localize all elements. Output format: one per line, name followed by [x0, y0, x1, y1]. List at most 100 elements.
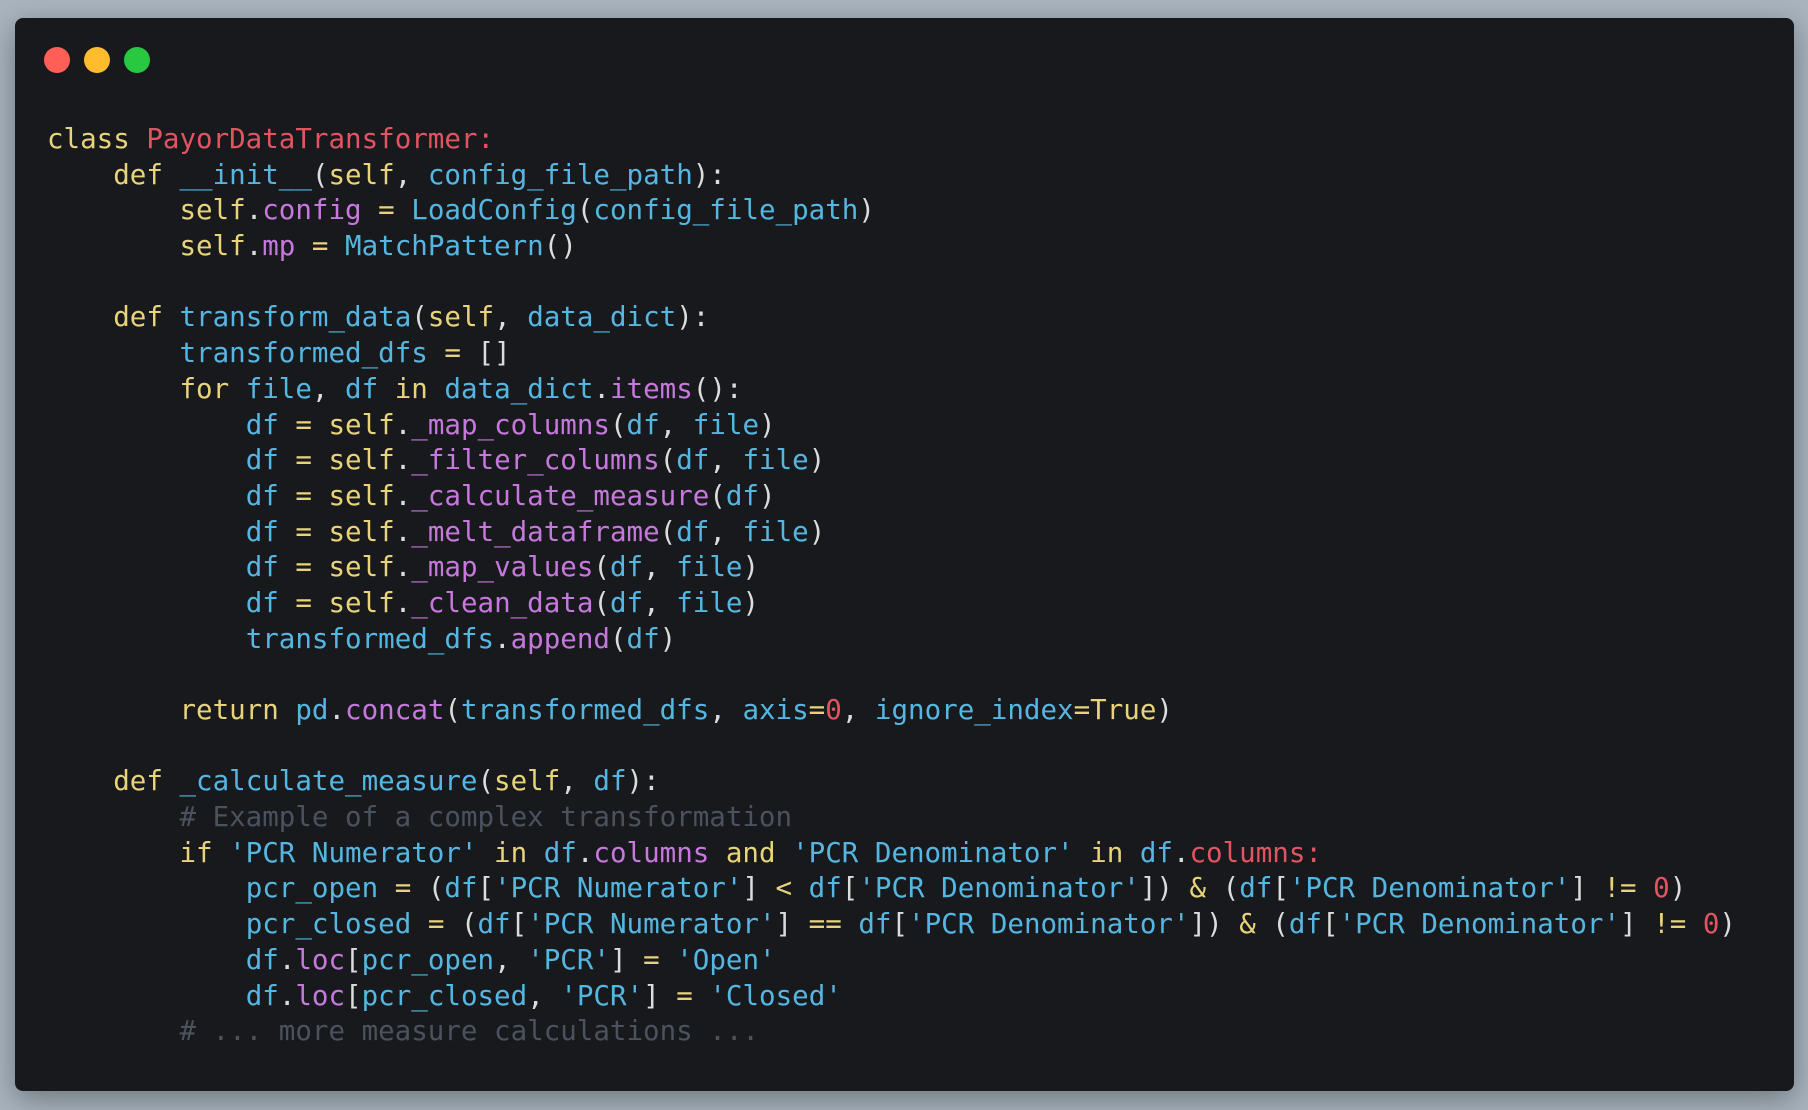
code-token-punctuation: [693, 980, 710, 1012]
code-token-punctuation: ): [858, 194, 875, 227]
code-token-punctuation: ): [759, 408, 776, 441]
code-token-identifier: file: [676, 586, 743, 619]
code-token-keyword: def: [113, 158, 180, 191]
code-token-operator: <: [775, 872, 793, 905]
code-token-punctuation: (: [444, 694, 461, 726]
code-token-function: _calculate_measure: [179, 765, 478, 798]
code-token-operator: =: [278, 551, 329, 584]
code-token-operator: =: [278, 586, 329, 619]
code-token-punctuation: .: [1172, 836, 1190, 869]
code-token-operator: &: [1189, 872, 1207, 905]
code-token-keyword: self: [427, 301, 495, 334]
code-token-attribute: items: [609, 372, 693, 405]
code-token-number: 0: [1702, 908, 1720, 941]
code-token-punctuation: ]: [609, 943, 644, 976]
code-token-string: 'PCR Denominator': [908, 908, 1190, 941]
code-token-number: 0: [1653, 872, 1670, 905]
minimize-button[interactable]: [84, 47, 110, 73]
code-token-identifier: df: [245, 479, 279, 512]
code-token-punctuation: (: [593, 586, 610, 619]
code-token-identifier: file: [245, 372, 312, 405]
code-token-punctuation: (): [543, 230, 577, 263]
code-token-keyword: self: [179, 194, 246, 227]
code-token-punctuation: (: [477, 765, 495, 798]
code-token-identifier: data_dict: [527, 301, 677, 334]
code-token-identifier: df: [245, 586, 279, 619]
code-token-identifier: df: [1288, 908, 1322, 941]
code-line: df = self._filter_columns(df, file): [47, 443, 1736, 479]
code-line: df = self._clean_data(df, file): [47, 586, 1736, 622]
code-token-identifier: transformed_dfs: [245, 622, 495, 655]
code-token-identifier: data_dict: [444, 372, 594, 405]
code-token-keyword: return: [179, 694, 296, 726]
code-token-identifier: ignore_index: [874, 694, 1074, 726]
code-token-function: transform_data: [179, 301, 412, 334]
code-line: pcr_open = (df['PCR Numerator'] < df['PC…: [47, 871, 1736, 907]
code-line: df = self._calculate_measure(df): [47, 479, 1736, 515]
code-token-identifier: axis: [742, 694, 809, 726]
code-token-operator: =: [411, 908, 461, 941]
code-block[interactable]: class PayorDataTransformer: def __init__…: [47, 122, 1736, 1050]
code-token-identifier: df: [593, 765, 627, 798]
code-token-attribute: append: [510, 622, 610, 655]
code-token-identifier: df: [676, 515, 710, 548]
code-token-punctuation: [: [477, 872, 495, 905]
code-token-punctuation: ): [659, 622, 677, 655]
code-token-identifier: df: [626, 622, 660, 655]
code-token-punctuation: (: [609, 622, 627, 655]
code-token-string: 'PCR Denominator': [858, 872, 1140, 905]
code-token-punctuation: ,: [394, 158, 428, 191]
code-token-punctuation: ): [742, 551, 760, 584]
code-token-identifier: df: [626, 408, 660, 441]
code-token-operator: =: [378, 872, 428, 905]
code-token-identifier: pd: [295, 694, 329, 726]
code-token-punctuation: ): [808, 515, 826, 548]
code-token-punctuation: ]: [643, 979, 677, 1012]
code-token-identifier: df: [345, 372, 379, 405]
code-token-attribute: config: [262, 194, 362, 227]
code-token-punctuation: .: [394, 408, 412, 441]
code-token-identifier: df: [477, 908, 511, 941]
close-button[interactable]: [44, 47, 70, 73]
code-token-attribute: _calculate_measure: [411, 479, 710, 512]
code-token-attribute: _clean_data: [411, 586, 594, 619]
code-line: df.loc[pcr_open, 'PCR'] = 'Open': [47, 943, 1736, 979]
code-line: def _calculate_measure(self, df):: [47, 764, 1736, 800]
code-token-punctuation: [: [345, 979, 362, 1012]
code-token-operator: =: [361, 194, 412, 227]
code-token-punctuation: [: [1322, 908, 1339, 941]
code-token-identifier: df: [245, 979, 279, 1012]
code-line: transformed_dfs.append(df): [47, 622, 1736, 658]
code-token-punctuation: .: [394, 551, 412, 584]
code-token-keyword: self: [328, 551, 395, 584]
code-line: class PayorDataTransformer:: [47, 122, 1736, 158]
code-token-punctuation: [: [345, 943, 362, 976]
code-token-attribute: columns: [593, 836, 710, 869]
code-token-punctuation: .: [394, 444, 412, 477]
code-token-identifier: df: [543, 836, 577, 869]
code-token-punctuation: ): [1669, 872, 1687, 905]
code-token-function: MatchPattern: [345, 230, 544, 263]
code-line: def __init__(self, config_file_path):: [47, 158, 1736, 194]
maximize-button[interactable]: [124, 47, 150, 73]
code-token-identifier: df: [245, 551, 279, 584]
code-token-operator: &: [1239, 908, 1256, 941]
code-line: df.loc[pcr_closed, 'PCR'] = 'Closed': [47, 979, 1736, 1015]
code-token-identifier: file: [692, 408, 760, 441]
code-token-punctuation: ): [758, 479, 776, 512]
code-token-identifier: df: [609, 551, 644, 584]
code-token-punctuation: []: [477, 337, 511, 370]
code-token-punctuation: ]: [742, 872, 776, 905]
code-token-operator: =: [295, 230, 346, 263]
code-token-keyword: def: [113, 301, 180, 334]
code-token-keyword: self: [328, 408, 395, 441]
code-line: if 'PCR Numerator' in df.columns and 'PC…: [47, 836, 1736, 872]
code-token-keyword: in: [378, 372, 445, 405]
code-token-punctuation: ): [1156, 694, 1173, 726]
